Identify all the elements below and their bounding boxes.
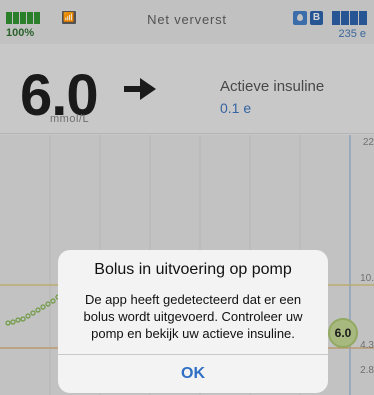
alert-message: De app heeft gedetecteerd dat er een bol… — [83, 292, 303, 341]
ok-button[interactable]: OK — [58, 355, 328, 393]
bolus-alert-dialog: Bolus in uitvoering op pomp De app heeft… — [58, 250, 328, 393]
alert-title: Bolus in uitvoering op pomp — [94, 261, 292, 278]
